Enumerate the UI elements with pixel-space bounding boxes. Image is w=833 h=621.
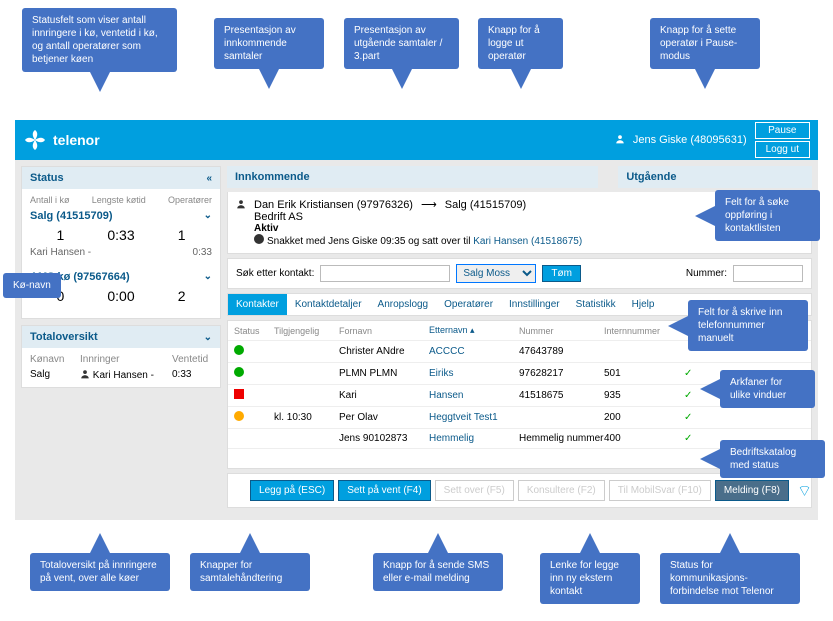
tab-hjelp[interactable]: Hjelp xyxy=(624,294,663,315)
callout-new-contact: Lenke for legge inn ny ekstern kontakt xyxy=(540,553,640,604)
th-fornavn[interactable]: Fornavn xyxy=(339,326,429,336)
table-row[interactable]: kl. 10:30Per OlavHeggtveit Test1200✓ xyxy=(228,407,811,429)
callout-number-field: Felt for å skrive inn telefonnummer manu… xyxy=(688,300,808,351)
ov-h-konavn: Kønavn xyxy=(30,354,80,365)
ov-vent: 0:33 xyxy=(172,369,212,381)
callout-catalog: Bedriftskatalog med status xyxy=(720,440,825,478)
callout-status-field: Statusfelt som viser antall innringere i… xyxy=(22,8,177,72)
q0-time: 0:33 xyxy=(91,227,152,243)
clear-button[interactable]: Tøm xyxy=(542,265,581,282)
hdr-lengste: Lengste køtid xyxy=(92,195,146,205)
callout-queue-name: Kø-navn xyxy=(3,273,61,298)
status-square-red xyxy=(234,389,244,399)
ov-h-innringer: Innringer xyxy=(80,354,172,365)
topbar: telenor Jens Giske (48095631) Pause Logg… xyxy=(15,120,818,160)
search-label: Søk etter kontakt: xyxy=(236,268,314,279)
queue-0-name[interactable]: Salg (41515709) xyxy=(30,210,113,222)
hdr-oper: Operatører xyxy=(168,195,212,205)
tab-kontaktdetaljer[interactable]: Kontaktdetaljer xyxy=(287,294,370,315)
brand-logo: telenor xyxy=(23,128,100,152)
tab-innstillinger[interactable]: Innstillinger xyxy=(501,294,568,315)
q0-count: 1 xyxy=(30,227,91,243)
hold-button[interactable]: Sett på vent (F4) xyxy=(338,480,430,501)
callout-tabs: Arkfaner for ulike vinduer xyxy=(720,370,815,408)
number-input[interactable] xyxy=(733,265,803,282)
transfer-button[interactable]: Sett over (F5) xyxy=(435,480,514,501)
logout-button[interactable]: Logg ut xyxy=(755,141,810,158)
sort-asc-icon: ▴ xyxy=(470,325,475,335)
incoming-talk: Snakket med Jens Giske 09:35 og satt ove… xyxy=(267,236,473,247)
callout-incoming: Presentasjon av innkommende samtaler xyxy=(214,18,324,69)
chevron-down-icon[interactable]: ⌄ xyxy=(204,332,212,343)
callout-outgoing: Presentasjon av utgående samtaler / 3.pa… xyxy=(344,18,459,69)
callout-search-contact: Felt for å søke oppføring i kontaktliste… xyxy=(715,190,820,241)
search-row: Søk etter kontakt: Salg Moss Tøm Nummer: xyxy=(227,258,812,289)
brand-text: telenor xyxy=(53,132,100,148)
tab-statistikk[interactable]: Statistikk xyxy=(568,294,624,315)
q0-ctid: 0:33 xyxy=(193,247,212,258)
callout-send-message: Knapp for å sende SMS eller e-mail meldi… xyxy=(373,553,503,591)
search-input[interactable] xyxy=(320,265,450,282)
q1-oper: 2 xyxy=(151,288,212,304)
wifi-icon: ⌔ xyxy=(797,481,812,501)
speech-icon xyxy=(254,234,264,244)
hdr-antall: Antall i kø xyxy=(30,195,70,205)
collapse-icon[interactable]: « xyxy=(206,173,212,184)
status-title: Status xyxy=(30,172,64,184)
tab-anropslogg[interactable]: Anropslogg xyxy=(370,294,437,315)
th-status[interactable]: Status xyxy=(234,326,274,336)
callout-connection-status: Status for kommunikasjons-forbindelse mo… xyxy=(660,553,800,604)
group-select[interactable]: Salg Moss xyxy=(456,264,536,283)
voicemail-button[interactable]: Til MobilSvar (F10) xyxy=(609,480,711,501)
message-button[interactable]: Melding (F8) xyxy=(715,480,789,501)
callout-total-overview: Totaloversikt på innringere på vent, ove… xyxy=(30,553,170,591)
callout-call-handling-btns: Knapper for samtalehåndtering xyxy=(190,553,310,591)
th-etternavn[interactable]: Etternavn ▴ xyxy=(429,325,519,336)
innkommende-title: Innkommende xyxy=(235,171,310,183)
ov-inn: Kari Hansen - xyxy=(80,369,172,381)
overview-title: Totaloversikt xyxy=(30,331,98,343)
consult-button[interactable]: Konsultere (F2) xyxy=(518,480,605,501)
ov-h-ventetid: Ventetid xyxy=(172,354,212,365)
q1-time: 0:00 xyxy=(91,288,152,304)
incoming-dest: Salg (41515709) xyxy=(445,199,526,211)
callout-logout-btn: Knapp for å logge ut operatør xyxy=(478,18,563,69)
hangup-button[interactable]: Legg på (ESC) xyxy=(250,480,334,501)
q0-caller: Kari Hansen - xyxy=(30,247,91,258)
q0-oper: 1 xyxy=(151,227,212,243)
callout-pause-btn: Knapp for å sette operatør i Pause-modus xyxy=(650,18,760,69)
chevron-down-icon[interactable]: ⌄ xyxy=(204,271,212,283)
user-label: Jens Giske (48095631) xyxy=(633,134,747,146)
propeller-icon xyxy=(23,128,47,152)
status-dot-green xyxy=(234,367,244,377)
tab-kontakter[interactable]: Kontakter xyxy=(228,294,287,315)
pause-button[interactable]: Pause xyxy=(755,122,810,139)
th-tilgj[interactable]: Tilgjengelig xyxy=(274,326,339,336)
arrow-icon: ⟶ xyxy=(421,198,437,211)
status-dot-green xyxy=(234,345,244,355)
person-icon xyxy=(236,199,246,211)
chevron-down-icon[interactable]: ⌄ xyxy=(204,210,212,222)
th-nummer[interactable]: Nummer xyxy=(519,326,604,336)
incoming-talk-link[interactable]: Kari Hansen (41518675) xyxy=(473,236,582,247)
ov-ko: Salg xyxy=(30,369,80,381)
utgaende-title: Utgående xyxy=(626,171,676,183)
tab-operatorer[interactable]: Operatører xyxy=(436,294,501,315)
status-dot-orange xyxy=(234,411,244,421)
call-action-bar: Legg på (ESC) Sett på vent (F4) Sett ove… xyxy=(227,473,812,508)
number-label: Nummer: xyxy=(686,268,727,279)
user-icon xyxy=(615,134,625,146)
incoming-person: Dan Erik Kristiansen (97976326) xyxy=(254,199,413,211)
overview-panel: Totaloversikt ⌄ Kønavn Innringer Ventetid… xyxy=(21,325,221,388)
